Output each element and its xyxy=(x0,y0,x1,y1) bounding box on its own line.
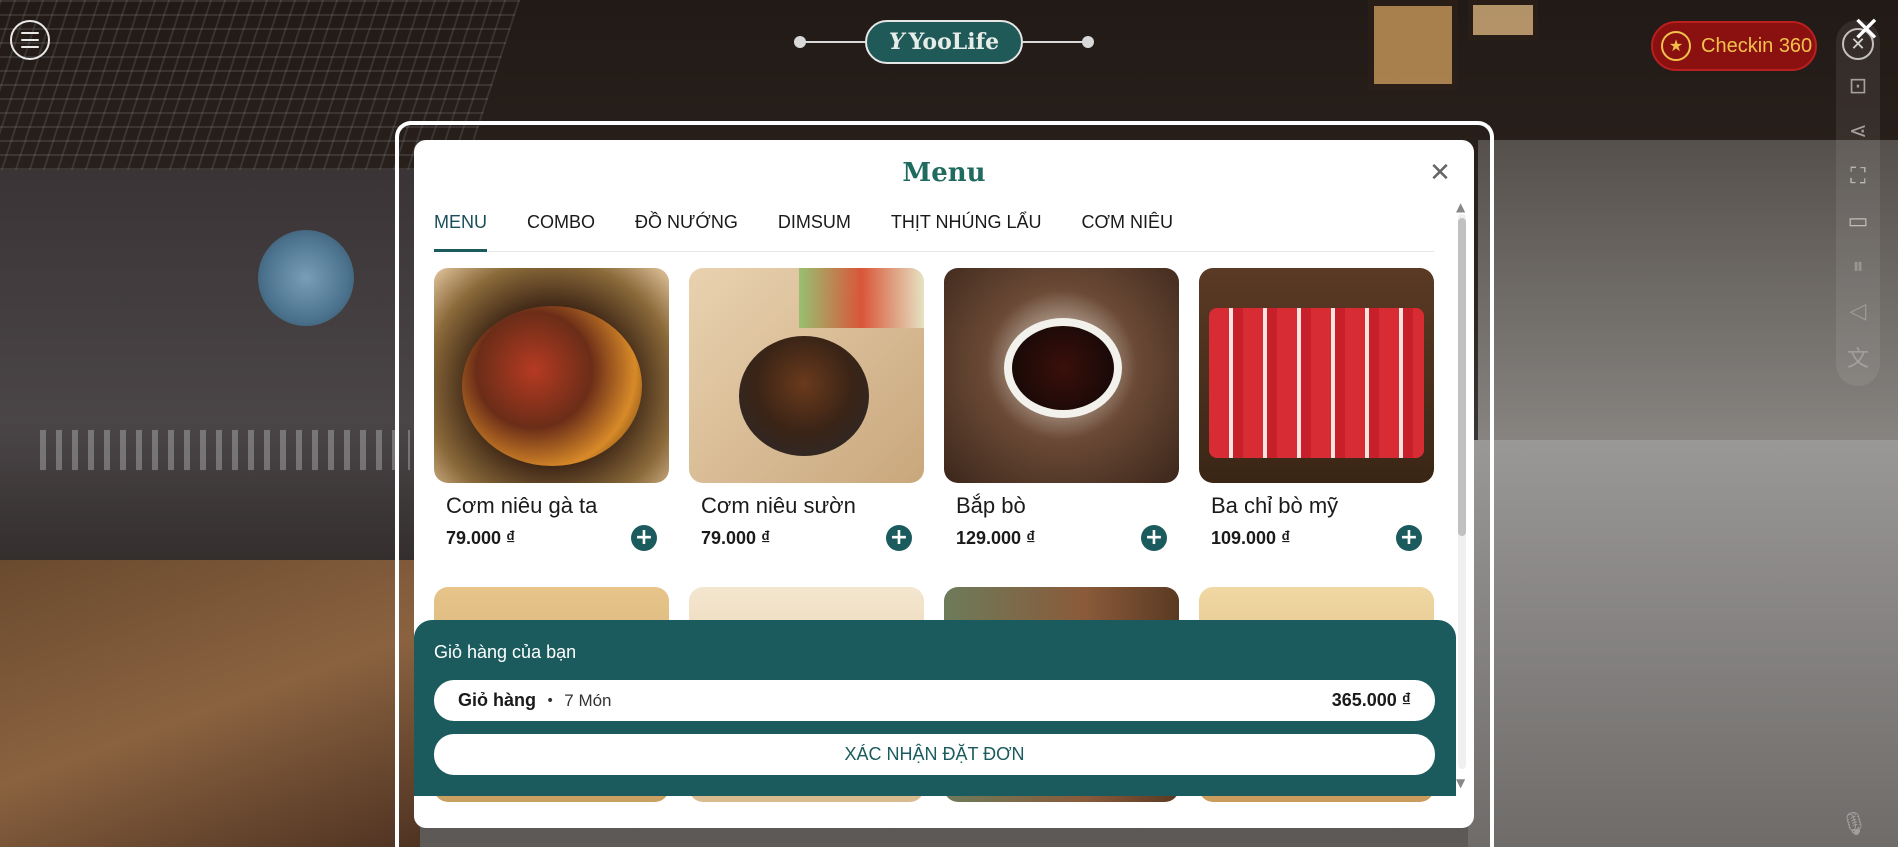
mute-icon[interactable]: ◁ xyxy=(1840,293,1876,330)
price-row: 109.000 ₫ + xyxy=(1199,525,1434,551)
menu-item-card[interactable]: Cơm niêu sườn 79.000 ₫ + xyxy=(689,268,924,551)
star-icon: ★ xyxy=(1661,31,1691,61)
price-row: 79.000 ₫ + xyxy=(434,525,669,551)
brand-mark-icon: Y xyxy=(888,29,905,55)
cart-label: Giỏ hàng xyxy=(458,690,536,710)
lantern xyxy=(1468,0,1538,40)
add-to-cart-button[interactable]: + xyxy=(1396,525,1422,551)
dish-image[interactable] xyxy=(434,268,669,483)
tab-com-nieu[interactable]: CƠM NIÊU xyxy=(1082,206,1173,252)
brand-dot xyxy=(1082,36,1094,48)
tab-do-nuong[interactable]: ĐỒ NƯỚNG xyxy=(635,206,738,252)
cart-summary-bar[interactable]: Giỏ hàng • 7 Món 365.000 ₫ xyxy=(434,680,1435,721)
dish-price: 79.000 ₫ xyxy=(446,527,516,548)
separator-dot: • xyxy=(546,692,555,709)
add-to-cart-button[interactable]: + xyxy=(886,525,912,551)
dish-name: Ba chỉ bò mỹ xyxy=(1211,493,1339,518)
cart-panel: Giỏ hàng của bạn Giỏ hàng • 7 Món 365.00… xyxy=(414,620,1456,796)
tab-thit-nhung-lau[interactable]: THỊT NHÚNG LẨU xyxy=(891,206,1042,252)
price-row: 79.000 ₫ + xyxy=(689,525,924,551)
vr-headset-icon[interactable]: ⊡ xyxy=(1840,68,1876,105)
dish-photo xyxy=(1004,318,1122,418)
right-wall xyxy=(1478,140,1898,460)
dish-image[interactable] xyxy=(944,268,1179,483)
dish-name: Bắp bò xyxy=(956,493,1026,518)
add-to-cart-button[interactable]: + xyxy=(1141,525,1167,551)
checkin-label: Checkin 360 xyxy=(1701,34,1813,57)
menu-item-card[interactable]: Cơm niêu gà ta 79.000 ₫ + xyxy=(434,268,669,551)
share-icon[interactable]: ⋖ xyxy=(1840,113,1876,150)
tab-menu[interactable]: MENU xyxy=(434,206,487,252)
brand-text: YooLife xyxy=(908,29,1000,55)
wall-pattern xyxy=(40,430,410,470)
brand-line xyxy=(1023,41,1083,43)
close-icon[interactable]: ✕ xyxy=(1852,13,1881,47)
right-toolbar: ✕ ⊡ ⋖ ⛶ ▭ ⏸ ◁ 文 xyxy=(1836,20,1880,386)
pause-icon[interactable]: ⏸ xyxy=(1840,248,1876,285)
scroll-up-icon[interactable]: ▲ xyxy=(1456,200,1465,214)
hamburger-menu-icon[interactable] xyxy=(10,20,50,60)
category-tabs: MENU COMBO ĐỒ NƯỚNG DIMSUM THỊT NHÚNG LẨ… xyxy=(434,200,1434,252)
fullscreen-icon[interactable]: ⛶ xyxy=(1840,158,1876,195)
close-icon[interactable]: ✕ xyxy=(1428,160,1452,186)
menu-item-card[interactable]: Ba chỉ bò mỹ 109.000 ₫ + xyxy=(1199,268,1434,551)
dish-photo xyxy=(462,306,642,466)
menu-item-card[interactable]: Bắp bò 129.000 ₫ + xyxy=(944,268,1179,551)
cart-title: Giỏ hàng của bạn xyxy=(434,642,577,662)
dish-name: Cơm niêu sườn xyxy=(701,493,856,518)
brand-logo: Y YooLife xyxy=(865,20,1023,64)
right-floor xyxy=(1468,440,1898,847)
video-icon[interactable]: ▭ xyxy=(1840,203,1876,240)
microphone-icon[interactable]: 🎙 xyxy=(1840,812,1868,842)
tab-combo[interactable]: COMBO xyxy=(527,206,595,252)
dish-photo xyxy=(739,336,869,456)
cart-item-count: 7 Món xyxy=(564,690,612,710)
dish-name: Cơm niêu gà ta xyxy=(446,493,598,518)
tab-dimsum[interactable]: DIMSUM xyxy=(778,206,851,252)
left-wall xyxy=(0,170,420,590)
checkin-360-button[interactable]: ★ Checkin 360 xyxy=(1651,21,1817,71)
scroll-down-icon[interactable]: ▼ xyxy=(1456,776,1465,790)
cart-total: 365.000 ₫ xyxy=(1331,690,1411,710)
hamburger-line xyxy=(21,32,39,34)
translate-icon[interactable]: 文 xyxy=(1840,338,1876,375)
oval-window xyxy=(258,230,354,326)
add-to-cart-button[interactable]: + xyxy=(631,525,657,551)
dish-price: 129.000 ₫ xyxy=(956,527,1036,548)
price-row: 129.000 ₫ + xyxy=(944,525,1179,551)
scrollbar-thumb[interactable] xyxy=(1458,218,1466,536)
dish-image[interactable] xyxy=(1199,268,1434,483)
hamburger-line xyxy=(21,39,39,41)
hamburger-line xyxy=(21,46,39,48)
left-floor-table xyxy=(0,560,420,847)
dish-price: 109.000 ₫ xyxy=(1211,527,1291,548)
menu-modal: Menu ✕ MENU COMBO ĐỒ NƯỚNG DIMSUM THỊT N… xyxy=(414,140,1474,828)
dish-price: 79.000 ₫ xyxy=(701,527,771,548)
dish-photo xyxy=(1209,308,1424,458)
modal-title: Menu xyxy=(902,158,986,188)
dish-side-garnish xyxy=(799,268,924,328)
brand-line xyxy=(805,41,865,43)
dish-image[interactable] xyxy=(689,268,924,483)
lantern xyxy=(1368,0,1458,90)
confirm-order-button[interactable]: XÁC NHẬN ĐẶT ĐƠN xyxy=(434,734,1435,775)
